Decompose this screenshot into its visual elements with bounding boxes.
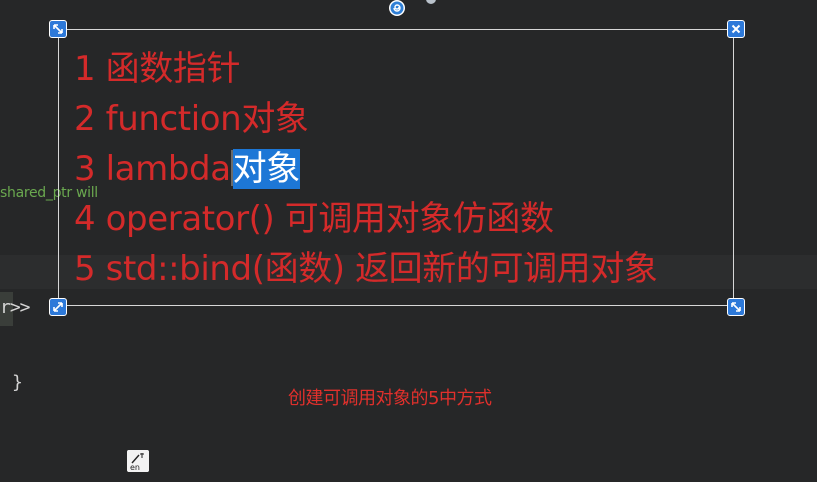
code-fragment: r>> (0, 297, 30, 318)
annotation-line-2: 2 function对象 (74, 99, 309, 139)
code-closing-brace: } (12, 372, 23, 393)
resize-arrow-icon (731, 302, 741, 312)
annotation-line-3-text: 3 lambda (74, 149, 231, 189)
annotation-line-1: 1 函数指针 (74, 49, 241, 89)
resize-handle-bottom-right[interactable] (727, 298, 745, 316)
annotation-line-3[interactable]: 3 lambda对象 (74, 149, 300, 189)
ime-en-icon[interactable]: en (127, 450, 149, 472)
spiral-icon[interactable] (387, 0, 407, 17)
annotation-line-4: 4 operator() 可调用对象仿函数 (74, 199, 554, 239)
toolbar-dot[interactable] (426, 0, 436, 4)
annotation-line-5: 5 std::bind(函数) 返回新的可调用对象 (74, 249, 658, 289)
close-icon (731, 24, 741, 34)
selected-text[interactable]: 对象 (232, 149, 300, 189)
resize-handle-top-left[interactable] (49, 20, 67, 38)
resize-handle-bottom-left[interactable] (49, 298, 67, 316)
close-handle-top-right[interactable] (727, 20, 745, 38)
annotation-caption: 创建可调用对象的5中方式 (288, 388, 492, 409)
ime-label: en (130, 463, 140, 472)
resize-arrow-icon (53, 302, 63, 312)
resize-arrow-icon (53, 24, 63, 34)
